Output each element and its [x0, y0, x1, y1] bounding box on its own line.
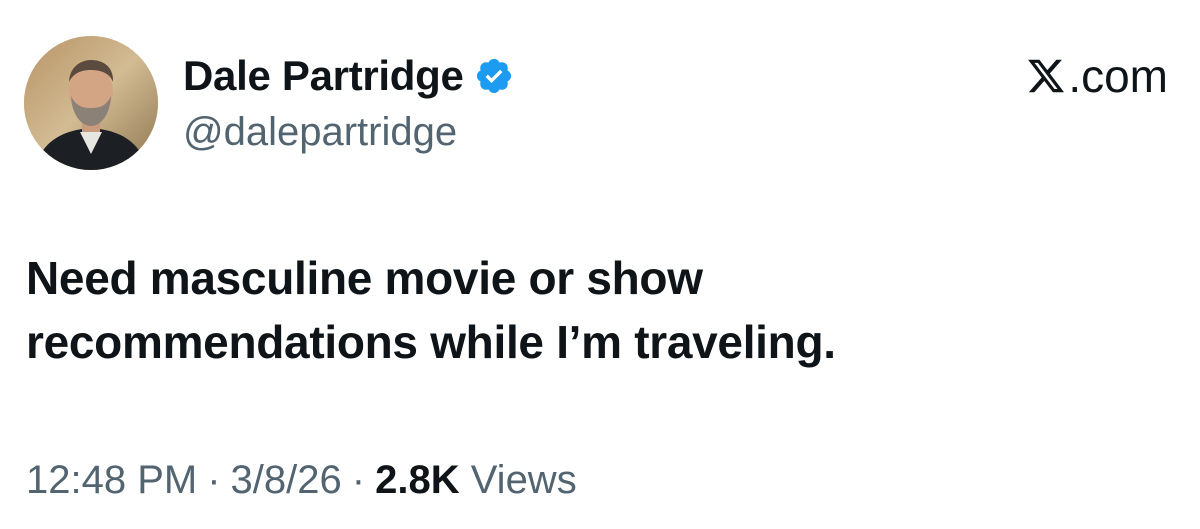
views-label: Views	[470, 458, 577, 502]
tweet-text: Need masculine movie or show recommendat…	[26, 246, 1126, 374]
tweet-time[interactable]: 12:48 PM	[26, 458, 197, 502]
tweet-text-line-2: recommendations while I’m traveling.	[26, 316, 836, 368]
author-block: Dale Partridge @dalepartridge	[183, 50, 514, 158]
x-brand-logo: .com	[1026, 50, 1168, 102]
avatar[interactable]	[24, 36, 158, 170]
name-row: Dale Partridge	[183, 50, 514, 102]
views-count: 2.8K	[375, 458, 460, 502]
tweet-date[interactable]: 3/8/26	[231, 458, 342, 502]
display-name[interactable]: Dale Partridge	[183, 50, 464, 102]
tweet-text-line-1: Need masculine movie or show	[26, 252, 703, 304]
user-handle[interactable]: @dalepartridge	[183, 106, 514, 158]
meta-separator: ·	[207, 458, 221, 502]
avatar-image	[24, 36, 158, 170]
tweet-card: Dale Partridge @dalepartridge .com Need …	[0, 0, 1200, 529]
verified-badge-icon	[474, 56, 514, 96]
brand-domain-text: .com	[1068, 50, 1168, 102]
x-logo-icon	[1026, 56, 1066, 96]
meta-separator: ·	[351, 458, 366, 502]
tweet-meta: 12:48 PM · 3/8/26 · 2.8K Views	[26, 452, 577, 508]
